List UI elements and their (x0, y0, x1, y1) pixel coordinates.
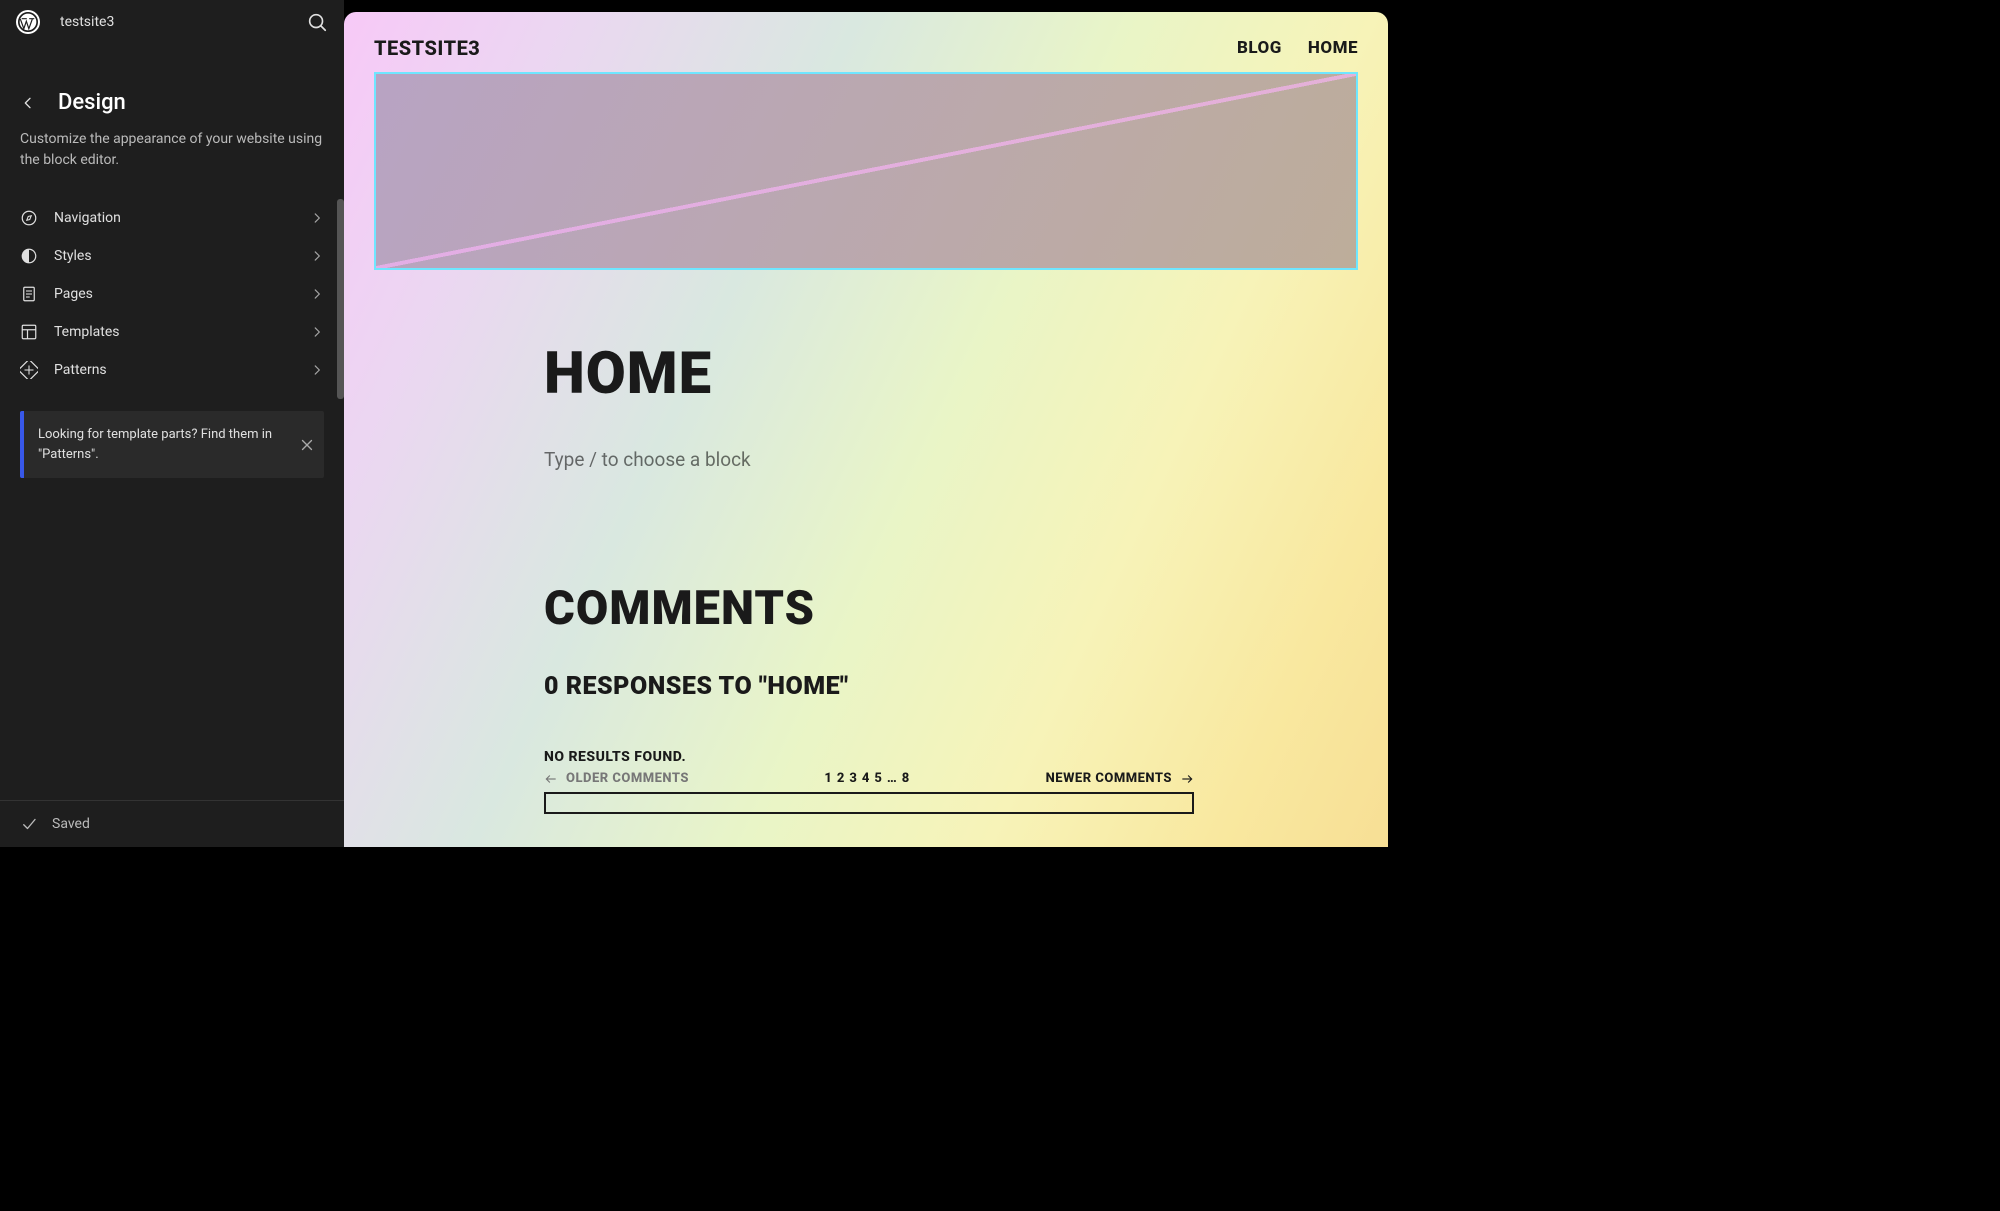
arrow-right-icon (1180, 772, 1194, 786)
nav-link-blog[interactable]: BLOG (1237, 38, 1282, 58)
sidebar-menu: Navigation Styles Pages (0, 199, 344, 389)
sidebar-heading-row: Design (0, 44, 344, 129)
search-button[interactable] (306, 11, 328, 33)
chevron-right-icon (310, 287, 324, 301)
page-number[interactable]: 4 (862, 771, 871, 786)
chevron-right-icon (310, 363, 324, 377)
older-comments-label: OLDER COMMENTS (566, 771, 689, 786)
nav-link-home[interactable]: HOME (1308, 38, 1358, 58)
page-number[interactable]: 2 (837, 771, 846, 786)
template-parts-notice: Looking for template parts? Find them in… (20, 411, 324, 478)
save-status: Saved (52, 816, 90, 832)
chevron-right-icon (310, 249, 324, 263)
sidebar-item-patterns[interactable]: Patterns (10, 351, 334, 389)
compass-icon (20, 209, 38, 227)
sidebar-item-styles[interactable]: Styles (10, 237, 334, 275)
block-inserter-placeholder[interactable]: Type / to choose a block (544, 448, 1194, 471)
site-brand[interactable]: TESTSITE3 (374, 36, 480, 60)
site-preview-canvas[interactable]: TESTSITE3 BLOG HOME HOME Type / to choos… (344, 12, 1388, 847)
site-nav: BLOG HOME (1237, 38, 1358, 58)
newer-comments-label: NEWER COMMENTS (1046, 771, 1172, 786)
page-number-ellipsis: … (887, 771, 898, 786)
sidebar-item-pages[interactable]: Pages (10, 275, 334, 313)
page-number[interactable]: 3 (849, 771, 858, 786)
responses-heading[interactable]: 0 RESPONSES TO "HOME" (544, 672, 1194, 701)
page-number[interactable]: 8 (902, 771, 911, 786)
editor-sidebar: testsite3 Design Customize the appearanc… (0, 0, 344, 847)
comment-form-box[interactable] (544, 792, 1194, 814)
page-number[interactable]: 1 (824, 771, 833, 786)
sidebar-item-label: Pages (54, 286, 93, 302)
back-button[interactable] (16, 91, 40, 115)
check-icon (20, 815, 38, 833)
sidebar-item-navigation[interactable]: Navigation (10, 199, 334, 237)
comments-pagination: OLDER COMMENTS 1 2 3 4 5 … 8 NEWER COMME… (544, 771, 1194, 786)
page-numbers[interactable]: 1 2 3 4 5 … 8 (824, 771, 910, 786)
close-icon (298, 436, 316, 454)
notice-text: Looking for template parts? Find them in… (38, 425, 284, 464)
page-title[interactable]: HOME (544, 340, 1194, 408)
chevron-left-icon (20, 95, 36, 111)
styles-icon (20, 247, 38, 265)
sidebar-topbar: testsite3 (0, 0, 344, 44)
sidebar-description: Customize the appearance of your website… (0, 129, 344, 199)
newer-comments-link[interactable]: NEWER COMMENTS (1046, 771, 1194, 786)
scrollbar-thumb[interactable] (337, 199, 344, 399)
comments-heading[interactable]: COMMENTS (544, 581, 1194, 636)
patterns-icon (20, 361, 38, 379)
notice-dismiss-button[interactable] (298, 436, 316, 454)
search-icon (306, 11, 328, 33)
no-results-text: NO RESULTS FOUND. (544, 749, 1194, 765)
templates-icon (20, 323, 38, 341)
sidebar-item-label: Templates (54, 324, 120, 340)
featured-image-placeholder[interactable] (374, 72, 1358, 270)
sidebar-footer: Saved (0, 800, 344, 847)
sidebar-item-label: Navigation (54, 210, 121, 226)
wordpress-logo-icon[interactable] (16, 10, 40, 34)
site-header: TESTSITE3 BLOG HOME (344, 12, 1388, 72)
page-number[interactable]: 5 (874, 771, 883, 786)
older-comments-link[interactable]: OLDER COMMENTS (544, 771, 689, 786)
pages-icon (20, 285, 38, 303)
chevron-right-icon (310, 211, 324, 225)
chevron-right-icon (310, 325, 324, 339)
sidebar-item-templates[interactable]: Templates (10, 313, 334, 351)
canvas-wrapper: TESTSITE3 BLOG HOME HOME Type / to choos… (344, 0, 1400, 847)
sidebar-item-label: Patterns (54, 362, 107, 378)
site-name[interactable]: testsite3 (60, 14, 114, 30)
arrow-left-icon (544, 772, 558, 786)
sidebar-item-label: Styles (54, 248, 92, 264)
sidebar-title: Design (58, 90, 126, 115)
